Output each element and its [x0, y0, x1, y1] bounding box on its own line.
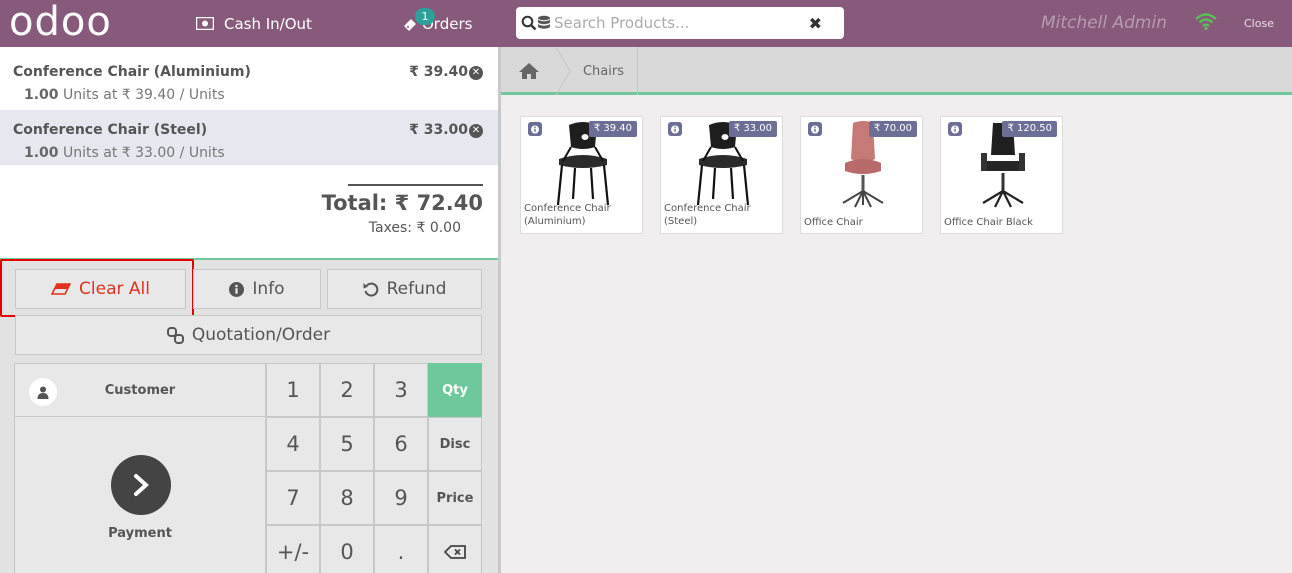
- breadcrumb: Chairs: [501, 47, 1292, 95]
- user-icon: [29, 378, 57, 406]
- cash-in-out-label: Cash In/Out: [224, 14, 312, 33]
- quotation-order-label: Quotation/Order: [191, 325, 331, 345]
- order-line-qty: 1.00: [24, 145, 59, 161]
- numpad-key-9[interactable]: 9: [374, 471, 428, 525]
- home-icon: [519, 63, 539, 79]
- mode-qty-button[interactable]: Qty: [428, 363, 482, 417]
- numpad-key-plus-minus[interactable]: +/-: [266, 525, 320, 573]
- payment-label: Payment: [108, 526, 172, 541]
- numpad-key-0[interactable]: 0: [320, 525, 374, 573]
- search-icon: [521, 15, 537, 31]
- product-name: Office Chair: [804, 217, 863, 228]
- product-price-tag: ₹ 70.00: [868, 121, 917, 137]
- product-card[interactable]: ₹ 70.00 Office Chair: [800, 116, 923, 234]
- payment-button[interactable]: Payment: [14, 417, 266, 573]
- numpad-key-dot[interactable]: .: [374, 525, 428, 573]
- info-label: Info: [252, 279, 285, 299]
- product-name: Conference Chair (Steel): [664, 203, 751, 227]
- undo-icon: [363, 282, 378, 297]
- product-name: Office Chair Black: [944, 217, 1033, 228]
- orders-count-badge: 1: [415, 8, 435, 25]
- odoo-logo: odoo: [9, 0, 112, 45]
- product-card[interactable]: ₹ 120.50 Office Chair Black: [940, 116, 1063, 234]
- order-line-detail: 1.00 Units at ₹ 33.00 / Units: [24, 145, 225, 161]
- product-card[interactable]: ₹ 39.40 Conference Chair (Aluminium): [520, 116, 643, 234]
- left-pane: Conference Chair (Aluminium) ₹ 39.40 ✕ 1…: [0, 47, 498, 573]
- customer-button[interactable]: Customer: [14, 363, 266, 417]
- order-line-unit-price: Units at ₹ 33.00 / Units: [63, 145, 225, 161]
- product-price-tag: ₹ 39.40: [588, 121, 637, 137]
- clear-all-label: Clear All: [79, 279, 150, 299]
- remove-line-icon[interactable]: ✕: [469, 124, 483, 138]
- summary-divider: [348, 184, 483, 186]
- order-line-selected[interactable]: Conference Chair (Steel) ₹ 33.00 ✕ 1.00 …: [0, 110, 498, 165]
- order-total: Total: ₹ 72.40: [321, 191, 483, 215]
- mode-price-button[interactable]: Price: [428, 471, 482, 525]
- cash-in-out-button[interactable]: Cash In/Out: [196, 0, 312, 47]
- refund-button[interactable]: Refund: [327, 269, 482, 309]
- order-line-qty: 1.00: [24, 87, 59, 103]
- order-line-detail: 1.00 Units at ₹ 39.40 / Units: [24, 87, 225, 103]
- link-icon: [166, 326, 184, 344]
- product-info-icon[interactable]: [668, 122, 682, 136]
- numpad-key-8[interactable]: 8: [320, 471, 374, 525]
- close-button[interactable]: Close: [1244, 17, 1274, 30]
- numpad-area: Customer Payment 1 2 3 Qty 4 5 6 Disc 7 …: [14, 363, 482, 573]
- product-info-icon[interactable]: [528, 122, 542, 136]
- numpad-key-7[interactable]: 7: [266, 471, 320, 525]
- clear-all-button[interactable]: Clear All: [15, 269, 186, 309]
- product-card[interactable]: ₹ 33.00 Conference Chair (Steel): [660, 116, 783, 234]
- backspace-icon: [444, 545, 466, 559]
- order-line-price: ₹ 39.40: [409, 64, 468, 80]
- info-button[interactable]: Info: [193, 269, 321, 309]
- numpad-key-4[interactable]: 4: [266, 417, 320, 471]
- order-line-name: Conference Chair (Aluminium): [13, 64, 251, 80]
- refund-label: Refund: [386, 279, 447, 299]
- breadcrumb-category[interactable]: Chairs: [570, 47, 638, 95]
- wifi-icon: [1195, 13, 1217, 31]
- order-line[interactable]: Conference Chair (Aluminium) ₹ 39.40 ✕ 1…: [0, 52, 498, 107]
- chevron-right-icon: [111, 455, 171, 515]
- product-price-tag: ₹ 120.50: [1002, 121, 1057, 137]
- cash-icon: [196, 17, 214, 30]
- pos-header: odoo Cash In/Out 1 Orders ✖: [0, 0, 1292, 47]
- product-price-tag: ₹ 33.00: [728, 121, 777, 137]
- product-info-icon[interactable]: [808, 122, 822, 136]
- orders-button[interactable]: 1 Orders: [402, 0, 472, 47]
- product-name: Conference Chair (Aluminium): [524, 203, 611, 227]
- order-line-unit-price: Units at ₹ 39.40 / Units: [63, 87, 225, 103]
- remove-line-icon[interactable]: ✕: [469, 66, 483, 80]
- barcode-icon: [538, 15, 550, 29]
- numpad-key-5[interactable]: 5: [320, 417, 374, 471]
- order-taxes: Taxes: ₹ 0.00: [368, 220, 461, 236]
- numpad-key-1[interactable]: 1: [266, 363, 320, 417]
- product-screen: Chairs ₹ 39.40 Conference Chair (Alumini…: [501, 47, 1292, 573]
- product-info-icon[interactable]: [948, 122, 962, 136]
- panel-separator: [0, 258, 498, 260]
- product-search: ✖: [516, 7, 844, 39]
- home-category-button[interactable]: [501, 47, 557, 95]
- backspace-button[interactable]: [428, 525, 482, 573]
- info-icon: [229, 281, 245, 297]
- numpad-key-6[interactable]: 6: [374, 417, 428, 471]
- clear-search-button[interactable]: ✖: [809, 14, 822, 33]
- breadcrumb-separator: [556, 47, 570, 95]
- user-name[interactable]: Mitchell Admin: [1041, 13, 1167, 33]
- quotation-order-button[interactable]: Quotation/Order: [15, 315, 482, 355]
- numpad-key-3[interactable]: 3: [374, 363, 428, 417]
- numpad-key-2[interactable]: 2: [320, 363, 374, 417]
- order-line-price: ₹ 33.00: [409, 122, 468, 138]
- mode-disc-button[interactable]: Disc: [428, 417, 482, 471]
- order-panel: Conference Chair (Aluminium) ₹ 39.40 ✕ 1…: [0, 47, 498, 258]
- eraser-icon: [51, 283, 72, 295]
- customer-label: Customer: [104, 382, 176, 398]
- order-line-name: Conference Chair (Steel): [13, 122, 208, 138]
- search-input[interactable]: [554, 11, 804, 35]
